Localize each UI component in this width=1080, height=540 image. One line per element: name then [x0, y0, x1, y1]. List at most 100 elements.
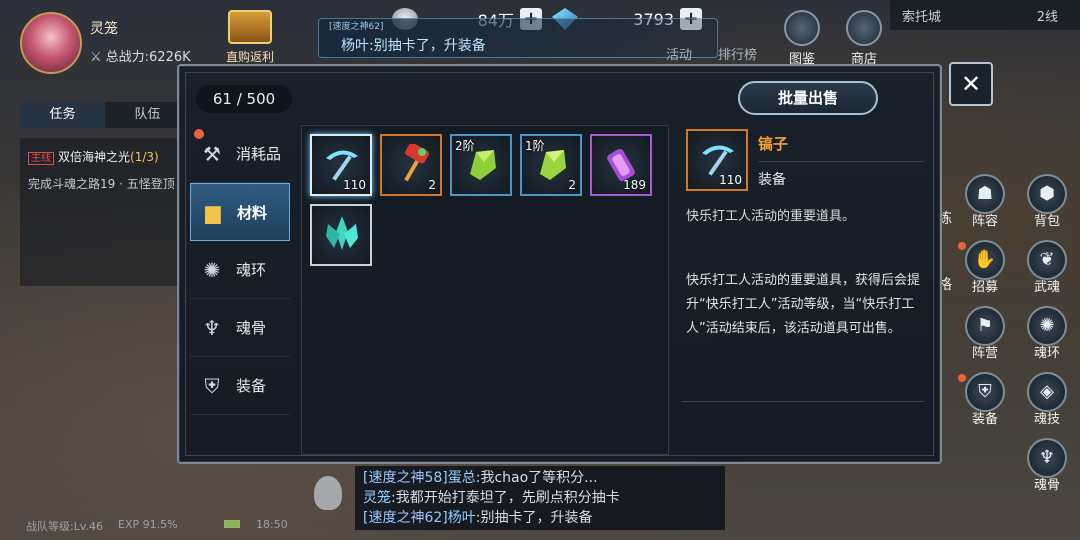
category-label: 魂环 — [236, 261, 267, 279]
detail-quantity: 110 — [719, 173, 742, 187]
recruit-button[interactable]: ✋ 招募 — [958, 240, 1010, 295]
detail-long-desc: 快乐打工人活动的重要道具，获得后会提升“快乐打工人”活动等级，当“快乐打工人”活… — [686, 273, 921, 336]
gift-button[interactable]: 直购返利 — [222, 10, 278, 66]
inventory-frame: 61 / 500 批量出售 ⚒ 消耗品 ▆ 材料 ✺ 魂环 ♆ 魂骨 ⛨ 装备 … — [185, 72, 934, 456]
chat-line: 灵笼:我都开始打泰坦了，先刷点积分抽卡 — [363, 488, 717, 508]
teal-crystal-icon — [326, 216, 358, 250]
chat-text: :别抽卡了，升装备 — [475, 510, 593, 526]
chat-text: :我都开始打泰坦了，先刷点积分抽卡 — [391, 490, 620, 506]
anvil-icon: ▆ — [205, 200, 221, 224]
shop-icon — [846, 10, 882, 46]
category-label: 魂骨 — [236, 319, 267, 337]
soul-skill-label: 魂技 — [1033, 412, 1060, 427]
shop-button[interactable]: 商店 — [840, 10, 888, 67]
quest-title: 双倍海神之光 — [58, 150, 131, 164]
martial-soul-icon: ❦ — [1027, 240, 1067, 280]
hammer-icon — [404, 144, 429, 182]
category-soul-rings[interactable]: ✺ 魂环 — [190, 241, 290, 299]
soul-skill-icon: ◈ — [1027, 372, 1067, 412]
category-list: ⚒ 消耗品 ▆ 材料 ✺ 魂环 ♆ 魂骨 ⛨ 装备 — [190, 125, 290, 415]
equipment-badge — [958, 374, 966, 382]
divider — [682, 401, 924, 402]
power-value: 总战力:6226K — [105, 50, 191, 65]
activity-label[interactable]: 活动 — [666, 44, 692, 63]
consumable-icon: ⚒ — [203, 141, 221, 166]
recruit-badge — [958, 242, 966, 250]
team-icon: ☗ — [965, 174, 1005, 214]
map-line: 2线 — [1036, 10, 1058, 25]
battery-icon — [224, 518, 240, 531]
detail-item-type: 装备 — [758, 172, 786, 188]
category-equipment[interactable]: ⛨ 装备 — [190, 357, 290, 415]
item-quantity: 189 — [623, 178, 646, 192]
tab-quest[interactable]: 任务 — [20, 102, 105, 128]
item-slot-green-crystal-tier1[interactable]: 1阶 2 — [520, 134, 582, 196]
chat-channel: [速度之神62] — [363, 510, 448, 526]
broadcast-tag: [速度之神62] — [329, 22, 384, 32]
category-consumables[interactable]: ⚒ 消耗品 — [190, 125, 290, 183]
soul-bone-button[interactable]: ♆ 魂骨 — [1022, 438, 1072, 493]
martial-soul-label: 武魂 — [1033, 280, 1060, 295]
codex-button[interactable]: 图鉴 — [778, 10, 826, 67]
quest-desc: 完成斗魂之路19 · 五怪登顶 — [28, 177, 175, 191]
quest-main-tag: 主线 — [28, 152, 54, 165]
bulk-sell-button[interactable]: 批量出售 — [738, 81, 878, 115]
item-quantity: 110 — [343, 178, 366, 192]
avatar[interactable] — [20, 12, 82, 74]
equipment-icon: ⛨ — [204, 373, 220, 398]
chat-line: [速度之神62]杨叶:别抽卡了，升装备 — [363, 508, 717, 528]
soul-ring-button[interactable]: ✺ 魂环 — [1022, 306, 1072, 361]
chat-sender: 杨叶 — [447, 510, 476, 526]
item-slot-green-crystal-tier2[interactable]: 2阶 — [450, 134, 512, 196]
equipment-icon: ⛨ — [965, 372, 1005, 412]
chat-sender: 蛋总 — [447, 470, 476, 486]
equipment-label: 装备 — [971, 412, 998, 427]
broadcast-text: 杨叶:别抽卡了，升装备 — [341, 38, 486, 54]
detail-short-desc: 快乐打工人活动的重要道具。 — [686, 209, 856, 224]
inventory-capacity: 61 / 500 — [196, 85, 292, 113]
item-tier: 2阶 — [455, 139, 475, 153]
detail-item-icon: 110 — [686, 129, 748, 191]
item-quantity: 2 — [568, 178, 576, 192]
detail-item-name: 镐子 — [758, 135, 789, 153]
quest-progress: (1/3) — [130, 150, 159, 164]
camp-icon: ⚑ — [965, 306, 1005, 346]
item-slot-pickaxe[interactable]: 110 — [310, 134, 372, 196]
ranking-label[interactable]: 排行榜 — [718, 44, 757, 63]
crossed-swords-icon: ⚔ — [90, 50, 102, 65]
divider — [758, 161, 924, 162]
player-power: ⚔ 总战力:6226K — [90, 46, 191, 65]
equipment-button[interactable]: ⛨ 装备 — [958, 372, 1010, 427]
item-slot-teal-crystal[interactable] — [310, 204, 372, 266]
chat-text: :我chao了等积分... — [475, 470, 598, 486]
chat-box[interactable]: [速度之神58]蛋总:我chao了等积分... 灵笼:我都开始打泰坦了，先刷点积… — [355, 466, 725, 530]
quest-tracker[interactable]: 主线 双倍海神之光(1/3) 完成斗魂之路19 · 五怪登顶 — [20, 138, 190, 286]
team-level: 战队等级:Lv.46 — [26, 520, 103, 533]
chat-avatar-icon[interactable] — [314, 476, 342, 510]
item-slot-red-hammer[interactable]: 2 — [380, 134, 442, 196]
map-info[interactable]: 索托城 2线 — [890, 0, 1080, 30]
chat-line: [速度之神58]蛋总:我chao了等积分... — [363, 468, 717, 488]
soul-skill-button[interactable]: ◈ 魂技 — [1022, 372, 1072, 427]
soul-ring-icon: ✺ — [203, 257, 221, 282]
item-tier: 1阶 — [525, 139, 545, 153]
bag-label: 背包 — [1033, 214, 1060, 229]
recruit-label: 招募 — [971, 280, 998, 295]
category-soul-bones[interactable]: ♆ 魂骨 — [190, 299, 290, 357]
item-slot-purple-scroll[interactable]: 189 — [590, 134, 652, 196]
soul-bone-label: 魂骨 — [1033, 478, 1060, 493]
item-quantity: 2 — [428, 178, 436, 192]
team-button[interactable]: ☗ 阵容 — [960, 174, 1010, 229]
broadcast-banner[interactable]: [速度之神62] 杨叶:别抽卡了，升装备 — [318, 18, 718, 58]
treasure-chest-icon — [228, 10, 272, 44]
bag-button[interactable]: ⬢ 背包 — [1022, 174, 1072, 229]
close-button[interactable]: ✕ — [949, 62, 993, 106]
category-label: 消耗品 — [236, 145, 282, 163]
camp-button[interactable]: ⚑ 阵营 — [960, 306, 1010, 361]
chat-sender: 灵笼 — [363, 490, 391, 506]
chat-channel: [速度之神58] — [363, 470, 448, 486]
item-grid: 110 2 2阶 1阶 2 189 — [301, 125, 669, 455]
codex-icon — [784, 10, 820, 46]
category-materials[interactable]: ▆ 材料 — [190, 183, 290, 241]
martial-soul-button[interactable]: ❦ 武魂 — [1022, 240, 1072, 295]
